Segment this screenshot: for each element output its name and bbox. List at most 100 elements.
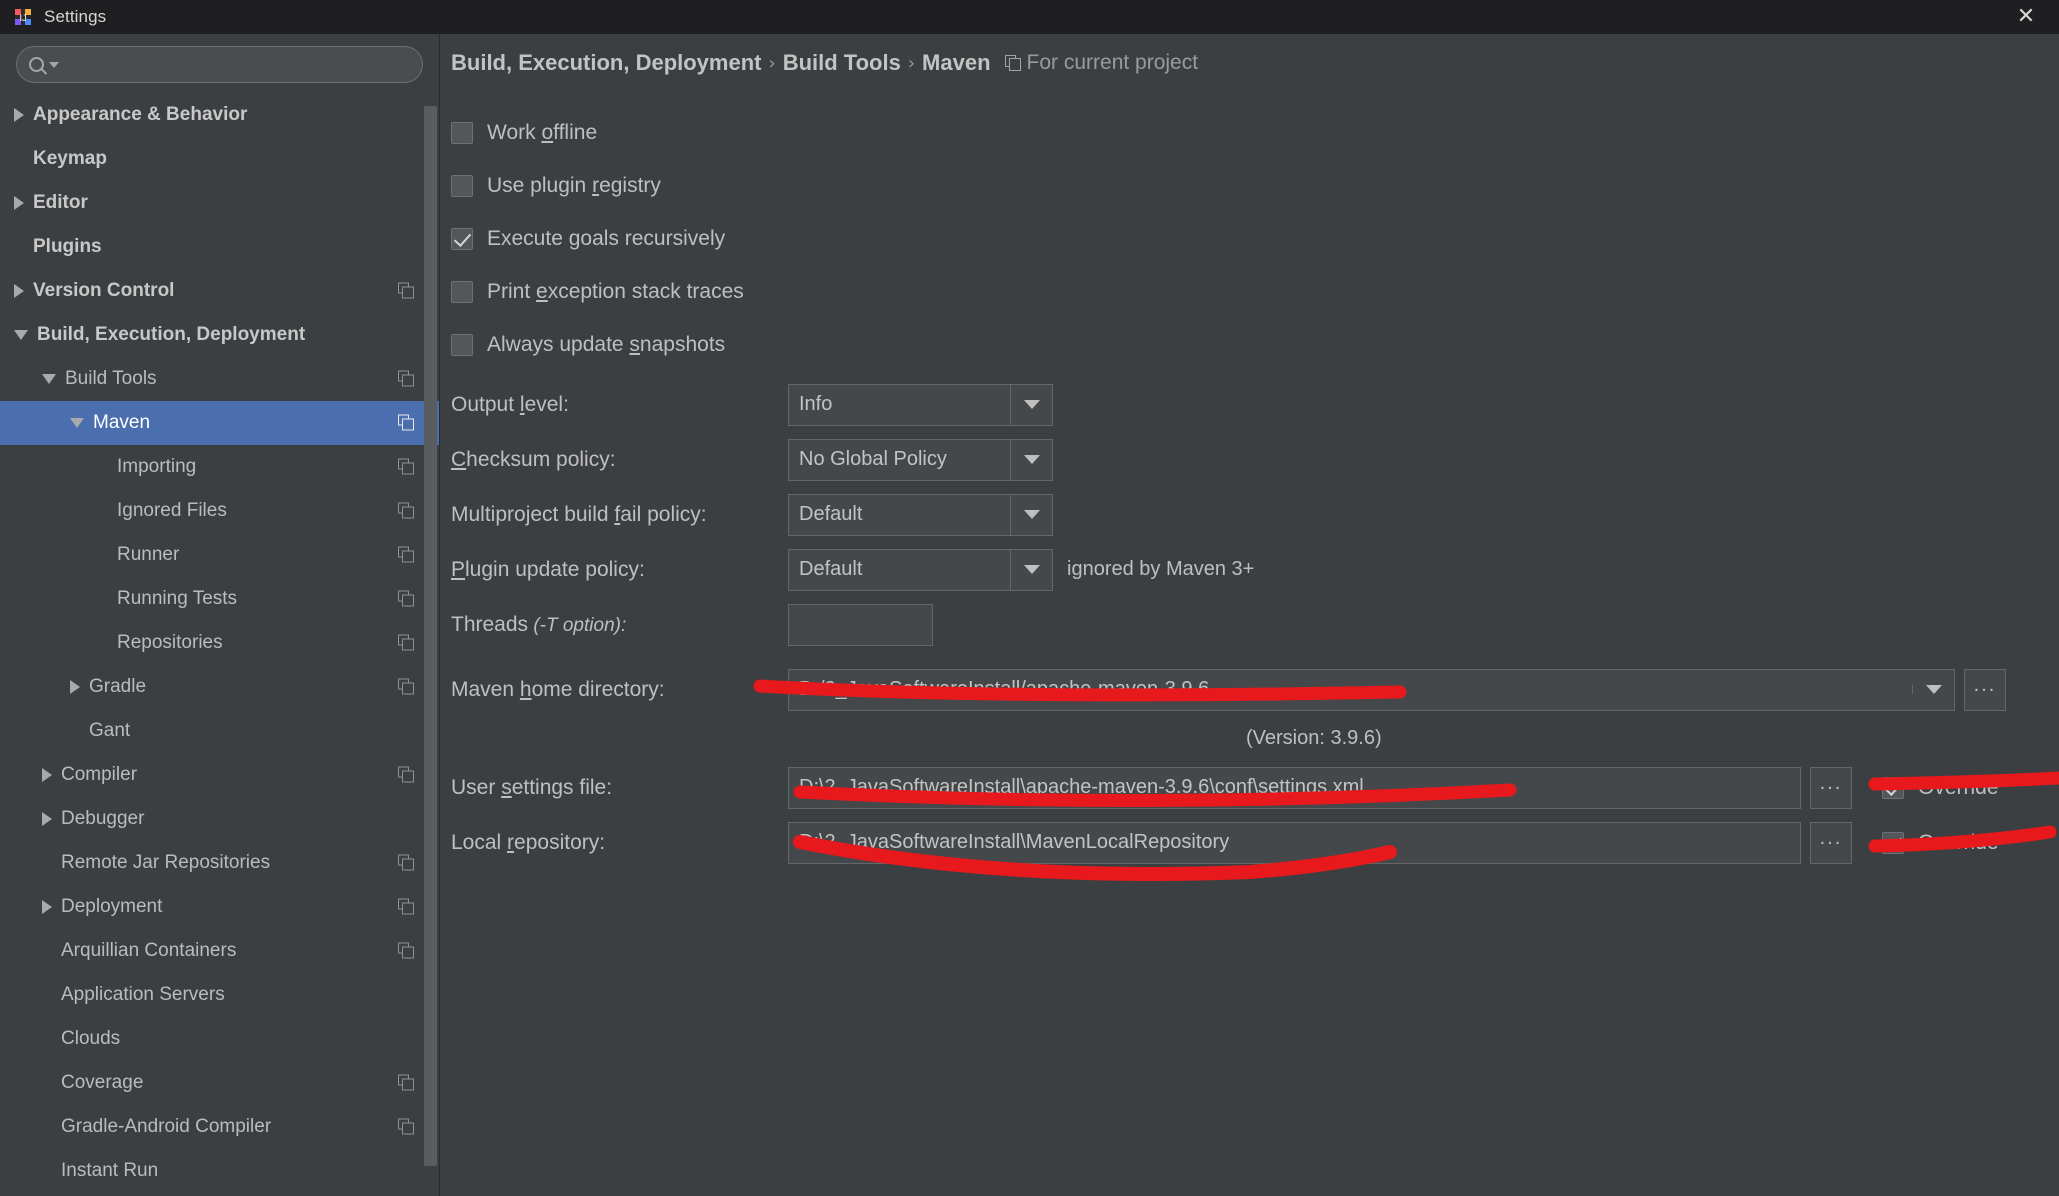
checksum-policy-label: Checksum policy: [451,447,616,471]
chevron-down-icon[interactable] [1010,439,1052,480]
field-row-user-settings-file: User settings file: D:\2_JavaSoftwareIns… [451,760,2017,815]
local-repository-override-checkbox[interactable] [1882,831,1904,854]
user-settings-override-row[interactable]: Override [1882,776,1999,800]
checkbox-row-always-update-snapshots[interactable]: Always update snapshots [451,318,2017,371]
project-scope-icon [398,898,415,916]
sidebar-item-label: Gradle [89,676,147,697]
breadcrumb-item-build-execution-deployment[interactable]: Build, Execution, Deployment [451,50,761,76]
chevron-right-icon[interactable] [14,196,24,210]
local-repository-input[interactable]: D:\2_JavaSoftwareInstall\MavenLocalRepos… [788,821,1801,864]
sidebar-item-importing[interactable]: Importing [0,445,439,489]
user-settings-file-input[interactable]: D:\2_JavaSoftwareInstall\apache-maven-3.… [788,766,1801,809]
sidebar-item-repositories[interactable]: Repositories [0,621,439,665]
breadcrumb-item-maven[interactable]: Maven [922,50,990,76]
always-update-snapshots-label: Always update snapshots [487,332,726,356]
sidebar-item-gradle-android-compiler[interactable]: Gradle-Android Compiler [0,1105,439,1149]
search-box[interactable] [16,46,423,83]
close-icon[interactable]: ✕ [2003,0,2049,34]
sidebar-item-plugins[interactable]: Plugins [0,225,439,269]
sidebar-item-running-tests[interactable]: Running Tests [0,577,439,621]
sidebar-scrollbar-thumb[interactable] [424,106,437,1166]
sidebar-item-compiler[interactable]: Compiler [0,753,439,797]
local-repository-browse-button[interactable]: ... [1810,821,1852,864]
sidebar-item-arquillian-containers[interactable]: Arquillian Containers [0,929,439,973]
sidebar-item-application-servers[interactable]: Application Servers [0,973,439,1017]
project-scope-icon [398,370,415,388]
execute-goals-recursively-checkbox[interactable] [451,227,473,250]
sidebar-item-clouds[interactable]: Clouds [0,1017,439,1061]
field-row-output-level: Output level: Info [451,377,2017,432]
chevron-right-icon[interactable] [14,284,24,298]
sidebar-item-ignored-files[interactable]: Ignored Files [0,489,439,533]
chevron-down-icon[interactable] [14,330,28,340]
chevron-down-icon[interactable] [49,61,59,68]
work-offline-checkbox[interactable] [451,121,473,144]
sidebar-item-build-execution-deployment[interactable]: Build, Execution, Deployment [0,313,439,357]
svg-text:IJ: IJ [19,13,26,23]
sidebar-item-gant[interactable]: Gant [0,709,439,753]
chevron-right-icon[interactable] [14,108,24,122]
sidebar-item-label: Repositories [117,632,223,653]
sidebar-scrollbar[interactable] [424,56,437,1176]
search-input[interactable] [65,54,410,75]
output-level-select[interactable]: Info [788,383,1053,426]
sidebar-item-keymap[interactable]: Keymap [0,137,439,181]
project-scope-icon [398,502,415,520]
sidebar-item-debugger[interactable]: Debugger [0,797,439,841]
field-row-plugin-update-policy: Plugin update policy: Default ignored by… [451,542,2017,597]
multiproject-build-fail-policy-select[interactable]: Default [788,493,1053,536]
sidebar-item-remote-jar-repositories[interactable]: Remote Jar Repositories [0,841,439,885]
sidebar-item-coverage[interactable]: Coverage [0,1061,439,1105]
checkbox-row-work-offline[interactable]: Work offline [451,106,2017,159]
sidebar-item-label: Editor [33,192,88,213]
intellij-idea-icon: IJ [14,8,32,26]
print-exception-stack-traces-checkbox[interactable] [451,280,473,303]
chevron-right-icon[interactable] [42,812,52,826]
sidebar-item-editor[interactable]: Editor [0,181,439,225]
chevron-down-icon[interactable] [1010,384,1052,425]
chevron-down-icon[interactable] [70,418,84,428]
user-settings-override-checkbox[interactable] [1882,776,1904,799]
local-repository-override-row[interactable]: Override [1882,831,1999,855]
project-scope-icon [398,854,415,872]
field-row-maven-home-directory: Maven home directory: D:/2_JavaSoftwareI… [451,662,2017,717]
checksum-policy-select[interactable]: No Global Policy [788,438,1053,481]
chevron-down-icon[interactable] [42,374,56,384]
maven-home-browse-button[interactable]: ... [1964,668,2006,711]
breadcrumb-item-build-tools[interactable]: Build Tools [783,50,901,76]
plugin-update-policy-select[interactable]: Default [788,548,1053,591]
chevron-right-icon[interactable] [70,680,80,694]
chevron-right-icon[interactable] [42,900,52,914]
chevron-down-icon[interactable] [1010,549,1052,590]
sidebar-item-label: Gradle-Android Compiler [61,1116,272,1137]
sidebar-item-label: Arquillian Containers [61,940,237,961]
sidebar-item-gradle[interactable]: Gradle [0,665,439,709]
sidebar-item-label: Maven [93,412,151,433]
checkbox-row-print-exception-stack-traces[interactable]: Print exception stack traces [451,265,2017,318]
sidebar-item-label: Clouds [61,1028,121,1049]
checkbox-row-execute-goals-recursively[interactable]: Execute goals recursively [451,212,2017,265]
sidebar-item-maven[interactable]: Maven [0,401,439,445]
maven-home-directory-input[interactable]: D:/2_JavaSoftwareInstall/apache-maven-3.… [788,668,1955,711]
always-update-snapshots-checkbox[interactable] [451,333,473,356]
sidebar-item-build-tools[interactable]: Build Tools [0,357,439,401]
sidebar-item-deployment[interactable]: Deployment [0,885,439,929]
user-settings-browse-button[interactable]: ... [1810,766,1852,809]
maven-version-note: (Version: 3.9.6) [1246,727,1382,749]
sidebar-item-label: Instant Run [61,1160,159,1181]
checkbox-row-use-plugin-registry[interactable]: Use plugin registry [451,159,2017,212]
sidebar-item-label: Importing [117,456,197,477]
search-area [0,34,439,93]
sidebar-item-instant-run[interactable]: Instant Run [0,1149,439,1193]
work-offline-label: Work offline [487,120,598,144]
sidebar-item-version-control[interactable]: Version Control [0,269,439,313]
chevron-down-icon[interactable] [1912,685,1954,694]
settings-window: IJ Settings ✕ Appearance & Behavior Keyma… [0,0,2059,1196]
chevron-right-icon[interactable] [42,768,52,782]
use-plugin-registry-checkbox[interactable] [451,174,473,197]
sidebar-item-label: Coverage [61,1072,144,1093]
sidebar-item-runner[interactable]: Runner [0,533,439,577]
chevron-down-icon[interactable] [1010,494,1052,535]
threads-input[interactable] [788,603,933,646]
sidebar-item-appearance-behavior[interactable]: Appearance & Behavior [0,93,439,137]
